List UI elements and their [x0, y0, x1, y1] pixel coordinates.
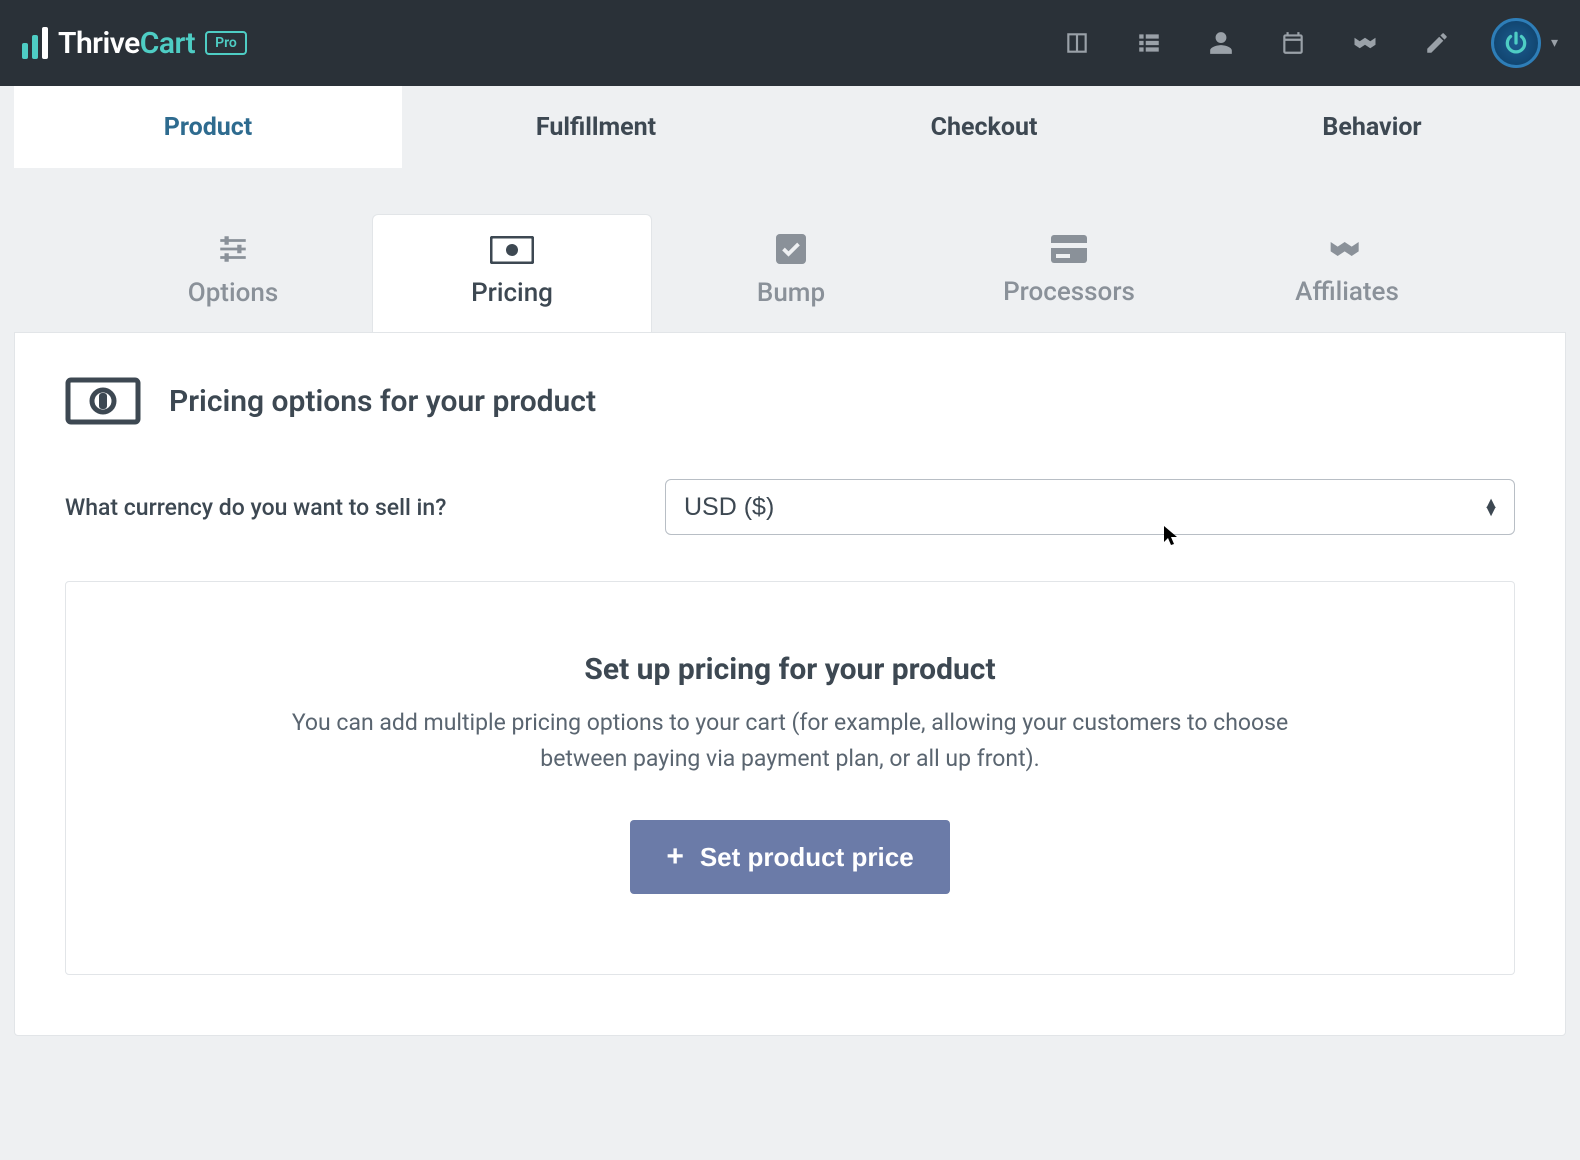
currency-row: What currency do you want to sell in? US…: [65, 479, 1515, 535]
sub-tabs: Options Pricing Bump Processors Affiliat…: [14, 214, 1566, 332]
subtab-label: Options: [188, 278, 278, 308]
account-menu[interactable]: ▾: [1491, 18, 1558, 68]
edit-icon[interactable]: [1423, 29, 1451, 57]
pricing-box-desc: You can add multiple pricing options to …: [290, 705, 1290, 776]
chevron-down-icon: ▾: [1551, 35, 1558, 51]
card-icon: [1051, 235, 1087, 263]
check-icon: [776, 234, 806, 264]
subtab-label: Bump: [757, 278, 825, 308]
subtab-label: Pricing: [471, 278, 553, 308]
subtab-label: Processors: [1003, 277, 1135, 307]
columns-icon[interactable]: [1063, 29, 1091, 57]
subtab-bump[interactable]: Bump: [652, 214, 930, 332]
topbar-nav: [1063, 29, 1451, 57]
subtab-options[interactable]: Options: [94, 214, 372, 332]
list-icon[interactable]: [1135, 29, 1163, 57]
panel-title: Pricing options for your product: [169, 384, 596, 419]
logo-text: ThriveCart: [58, 26, 195, 61]
handshake-icon: [1327, 235, 1367, 263]
pricing-box-title: Set up pricing for your product: [106, 652, 1474, 687]
subtab-pricing[interactable]: Pricing: [372, 214, 652, 332]
money-icon: [490, 236, 534, 264]
tab-fulfillment[interactable]: Fulfillment: [402, 86, 790, 168]
main-tabs: Product Fulfillment Checkout Behavior: [0, 86, 1580, 168]
pro-badge: Pro: [205, 31, 247, 55]
topbar: ThriveCart Pro ▾: [0, 0, 1580, 86]
pricing-setup-box: Set up pricing for your product You can …: [65, 581, 1515, 975]
currency-label: What currency do you want to sell in?: [65, 494, 665, 521]
pricing-panel: Pricing options for your product What cu…: [14, 332, 1566, 1036]
tab-checkout[interactable]: Checkout: [790, 86, 1178, 168]
currency-select[interactable]: USD ($): [665, 479, 1515, 535]
button-label: Set product price: [700, 842, 914, 873]
user-icon[interactable]: [1207, 29, 1235, 57]
subtab-affiliates[interactable]: Affiliates: [1208, 214, 1486, 332]
sliders-icon: [216, 234, 250, 264]
logo-mark-icon: [22, 27, 48, 59]
panel-header: Pricing options for your product: [65, 377, 1515, 425]
power-icon: [1491, 18, 1541, 68]
logo[interactable]: ThriveCart Pro: [22, 26, 247, 61]
money-icon: [65, 377, 141, 425]
tab-behavior[interactable]: Behavior: [1178, 86, 1566, 168]
calendar-icon[interactable]: [1279, 29, 1307, 57]
set-product-price-button[interactable]: + Set product price: [630, 820, 949, 894]
plus-icon: +: [666, 840, 684, 874]
content-area: Options Pricing Bump Processors Affiliat…: [0, 168, 1580, 1036]
handshake-icon[interactable]: [1351, 29, 1379, 57]
subtab-label: Affiliates: [1295, 277, 1399, 307]
subtab-processors[interactable]: Processors: [930, 214, 1208, 332]
tab-product[interactable]: Product: [14, 86, 402, 168]
